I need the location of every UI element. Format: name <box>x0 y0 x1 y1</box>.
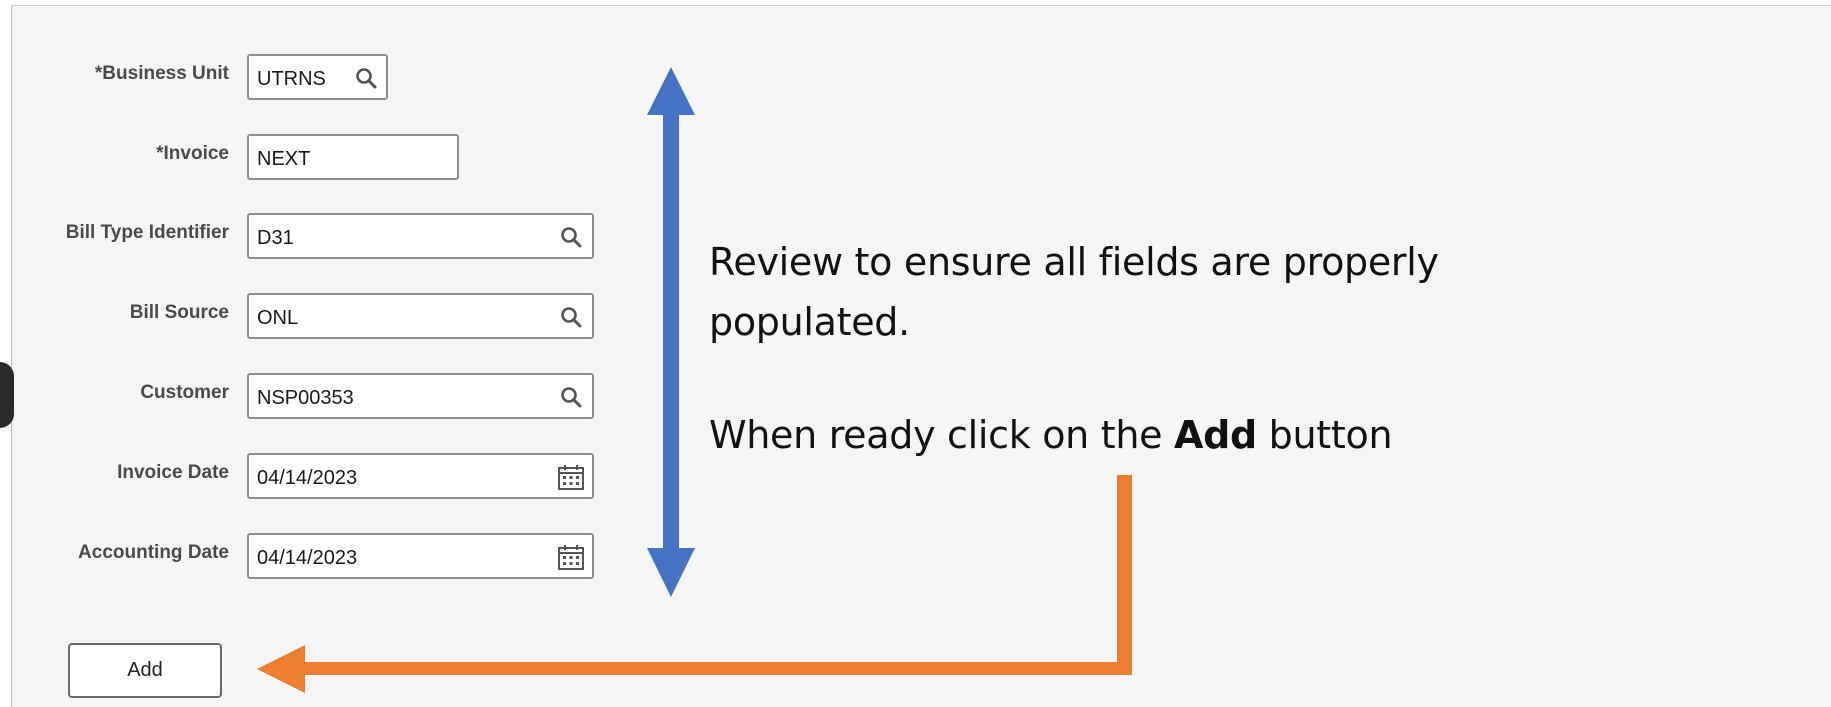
orange-elbow-arrow <box>257 475 1132 693</box>
annotation-arrows <box>257 67 1132 693</box>
blue-double-arrow <box>647 67 695 597</box>
